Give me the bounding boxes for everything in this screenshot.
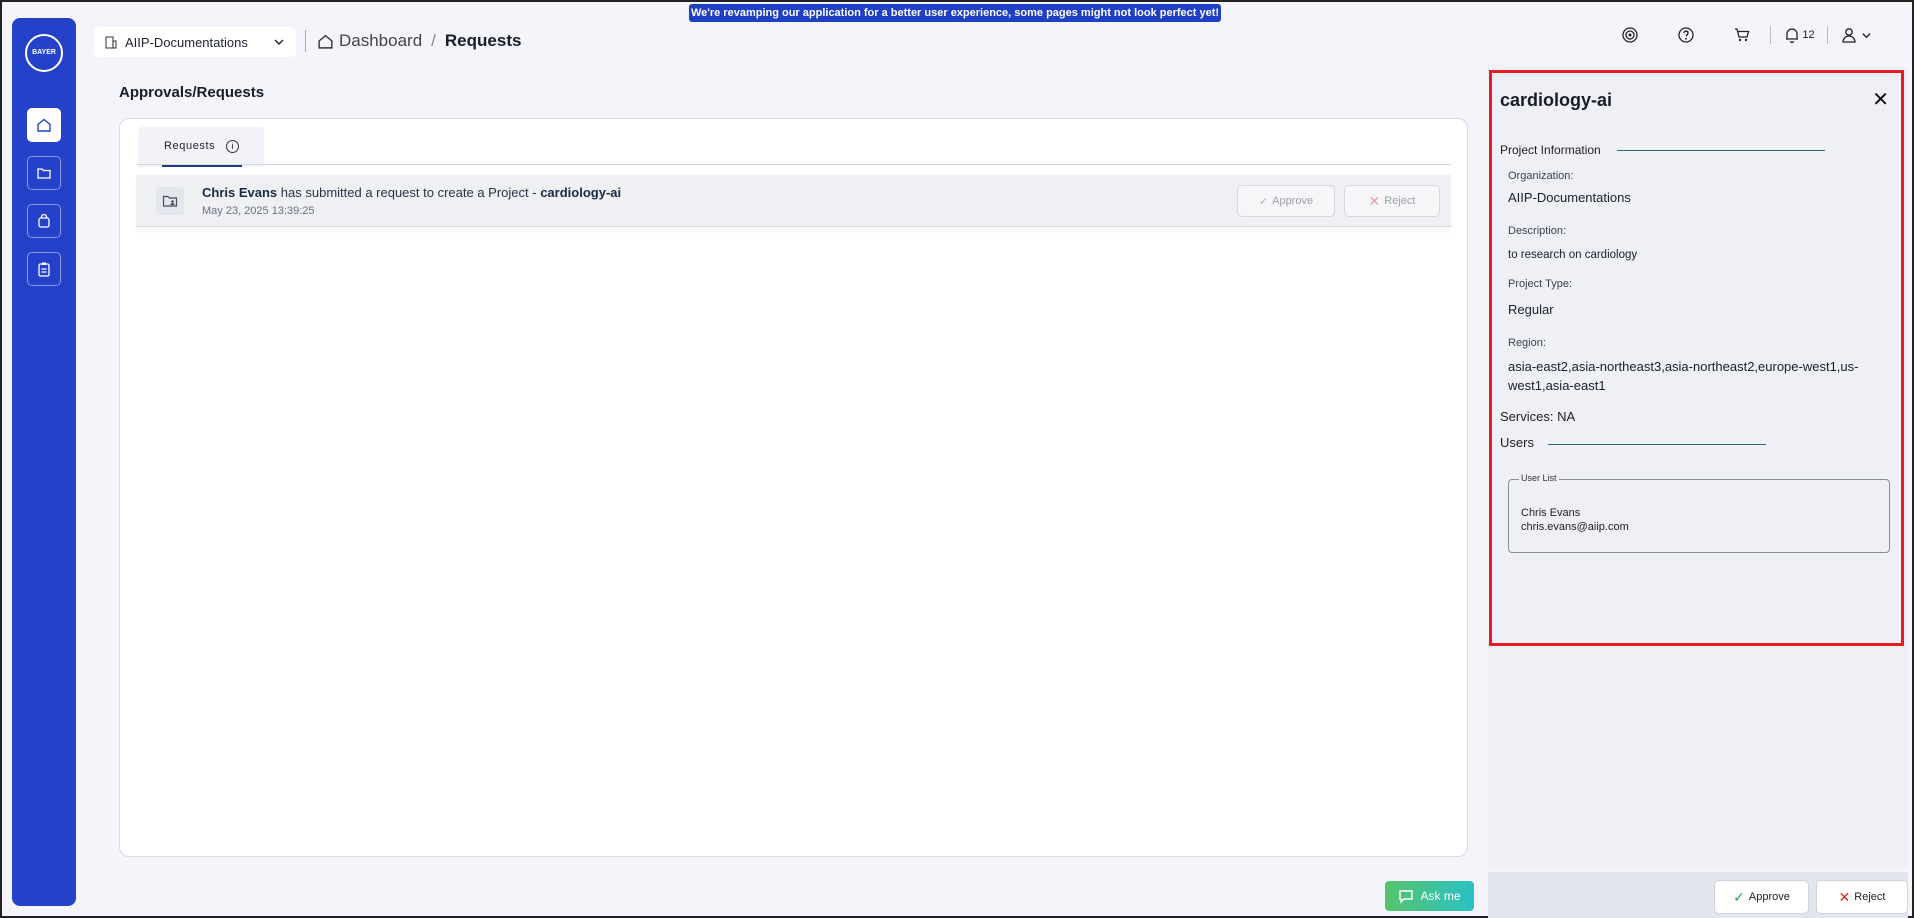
sidebar-item-projects[interactable] — [27, 156, 61, 190]
bayer-logo: BAYER — [25, 34, 63, 72]
header-divider — [305, 30, 306, 52]
description-value: to research on cardiology — [1508, 249, 1638, 261]
close-icon: ✕ — [1368, 192, 1381, 209]
check-icon: ✓ — [1733, 888, 1745, 905]
info-icon[interactable]: i — [226, 140, 239, 153]
target-icon — [1622, 27, 1638, 43]
home-icon[interactable] — [317, 33, 334, 50]
approve-button[interactable]: ✓ Approve — [1714, 880, 1809, 914]
requests-card: Requests i Chris Evans has submitted a r… — [119, 118, 1468, 857]
chat-icon — [1399, 890, 1414, 904]
section-divider — [1617, 150, 1825, 151]
header-actions: 12 — [1602, 26, 1884, 44]
sidebar-item-home[interactable] — [27, 108, 61, 142]
section-users: Users — [1500, 435, 1534, 450]
section-divider — [1548, 444, 1766, 445]
chevron-down-icon — [1862, 32, 1871, 38]
breadcrumb-current: Requests — [444, 31, 522, 50]
breadcrumb-separator: / — [431, 31, 436, 50]
description-label: Description: — [1508, 225, 1567, 237]
user-name: Chris Evans — [1521, 507, 1581, 519]
user-email: chris.evans@aiip.com — [1521, 521, 1629, 533]
page-title: Approvals/Requests — [119, 84, 265, 101]
breadcrumb: Dashboard / Requests — [317, 28, 521, 54]
region-value-line2: west1,asia-east1 — [1508, 378, 1606, 393]
user-list: User List Chris Evans chris.evans@aiip.c… — [1508, 473, 1890, 553]
row-approve-button[interactable]: ✓ Approve — [1237, 185, 1335, 217]
region-label: Region: — [1508, 337, 1546, 349]
request-user: Chris Evans — [202, 185, 278, 200]
tab-active-indicator — [162, 165, 242, 167]
close-icon[interactable]: ✕ — [1872, 87, 1889, 112]
request-message: Chris Evans has submitted a request to c… — [202, 185, 621, 200]
approve-label: Approve — [1748, 891, 1790, 903]
bag-icon — [38, 213, 50, 228]
organization-select-value: AIIP-Documentations — [125, 34, 248, 50]
user-menu-button[interactable] — [1828, 26, 1884, 44]
revamp-banner: We're revamping our application for a be… — [689, 4, 1221, 22]
sidebar-item-marketplace[interactable] — [27, 204, 61, 238]
building-icon — [105, 36, 117, 49]
region-value-line1: asia-east2,asia-northeast3,asia-northeas… — [1508, 359, 1859, 374]
bell-icon — [1786, 28, 1799, 44]
services-value: Services: NA — [1500, 409, 1576, 424]
cart-icon — [1735, 28, 1750, 42]
folder-user-icon — [156, 187, 184, 215]
clipboard-icon — [38, 262, 50, 277]
project-type-value: Regular — [1508, 302, 1554, 317]
notifications-count: 12 — [1802, 29, 1815, 41]
organization-select[interactable]: AIIP-Documentations — [94, 27, 296, 57]
row-approve-label: Approve — [1272, 195, 1314, 207]
organization-label: Organization: — [1508, 170, 1574, 182]
user-icon — [1842, 28, 1856, 43]
sidebar: BAYER — [12, 18, 76, 906]
project-type-label: Project Type: — [1508, 278, 1572, 290]
ask-me-button[interactable]: Ask me — [1385, 881, 1474, 911]
project-detail-panel: cardiology-ai ✕ Project Information Orga… — [1489, 70, 1904, 646]
home-icon — [37, 118, 51, 132]
request-row[interactable]: Chris Evans has submitted a request to c… — [136, 175, 1451, 227]
check-icon: ✓ — [1258, 195, 1269, 208]
target-button[interactable] — [1602, 26, 1658, 44]
request-text: has submitted a request to create a Proj… — [280, 185, 541, 200]
section-project-information: Project Information — [1500, 143, 1601, 157]
close-icon: ✕ — [1838, 888, 1851, 905]
chevron-down-icon — [274, 39, 284, 45]
folder-icon — [37, 168, 51, 179]
request-project: cardiology-ai — [540, 185, 622, 200]
sidebar-item-approvals[interactable] — [27, 252, 61, 286]
help-icon — [1678, 27, 1694, 43]
panel-title: cardiology-ai — [1500, 90, 1613, 110]
ask-me-label: Ask me — [1420, 889, 1461, 903]
reject-label: Reject — [1854, 891, 1886, 903]
tab-divider — [136, 164, 1451, 165]
row-reject-label: Reject — [1384, 195, 1416, 207]
breadcrumb-dashboard[interactable]: Dashboard — [339, 31, 422, 51]
row-reject-button[interactable]: ✕ Reject — [1344, 185, 1440, 217]
user-list-label: User List — [1519, 473, 1559, 483]
tab-requests-label: Requests — [164, 140, 216, 152]
cart-button[interactable] — [1714, 26, 1770, 44]
notifications-button[interactable]: 12 — [1771, 26, 1827, 44]
organization-value: AIIP-Documentations — [1508, 190, 1631, 205]
tab-requests[interactable]: Requests i — [138, 127, 264, 167]
help-button[interactable] — [1658, 26, 1714, 44]
request-timestamp: May 23, 2025 13:39:25 — [202, 205, 315, 217]
reject-button[interactable]: ✕ Reject — [1816, 880, 1908, 914]
